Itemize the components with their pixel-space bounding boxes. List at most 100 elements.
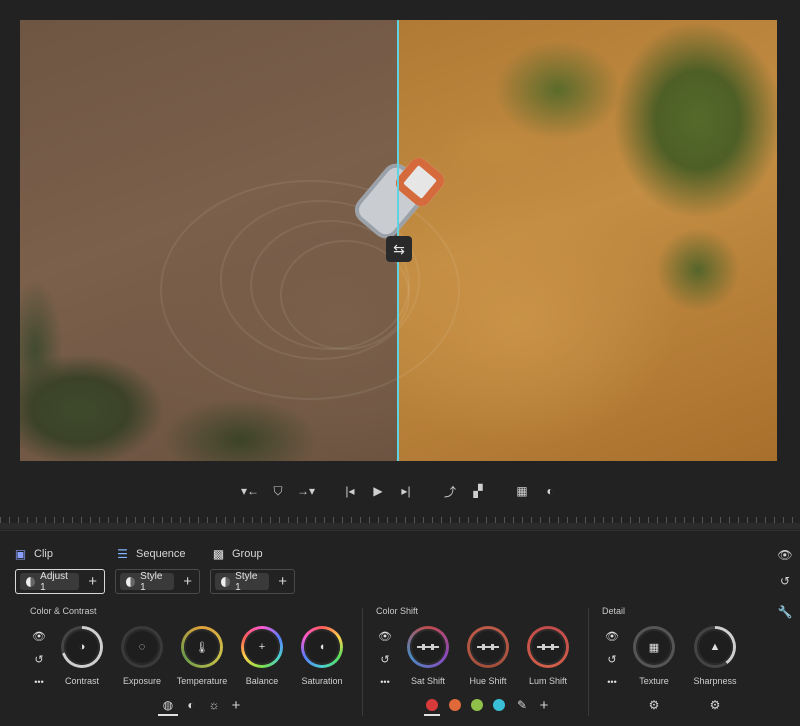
sat-shift-control[interactable]: Sat Shift [398,626,458,686]
texture-icon: ▦ [636,629,672,665]
group-style-chips: Style 1 + [210,569,295,594]
texture-knob[interactable]: ▦ [633,626,675,668]
sat-shift-knob[interactable] [407,626,449,668]
saturation-knob[interactable]: ◖ [301,626,343,668]
slider-line-icon [537,644,559,650]
green-swatch[interactable] [471,699,483,711]
group-style-1-label: Style 1 [235,570,258,593]
active-swatch-underline [424,714,440,716]
aperture-icon: ◌ [124,629,160,665]
cyan-swatch[interactable] [493,699,505,711]
timeline-ruler[interactable] [0,511,800,531]
saturation-label: Saturation [301,676,343,686]
contrast-label: Contrast [64,676,99,686]
temperature-control[interactable]: 🌡 Temperature [172,626,232,686]
compare-icon[interactable]: ▦ [510,480,534,502]
crosshair-icon: + [244,629,280,665]
mask-icon[interactable]: ◐ [538,480,562,502]
undo-icon[interactable]: ↺ [777,573,793,589]
temperature-label: Temperature [176,676,228,686]
group-style-1-chip[interactable]: Style 1 [215,570,270,593]
slider-line-icon [477,644,499,650]
eye-icon[interactable]: 👁 [375,627,395,645]
exposure-knob[interactable]: ◌ [121,626,163,668]
add-group-style-button[interactable]: + [275,573,290,590]
sat-shift-label: Sat Shift [410,676,446,686]
add-clip-adjustment-button[interactable]: + [85,573,100,590]
adjust-1-label: Adjust 1 [40,570,68,593]
hue-shift-control[interactable]: Hue Shift [458,626,518,686]
add-sequence-style-button[interactable]: + [180,573,195,590]
clip-icon: ▣ [14,546,27,561]
tune-icon[interactable]: ⚙ [707,697,723,713]
tab-sequence[interactable]: ☰ Sequence [116,546,186,561]
tab-clip[interactable]: ▣ Clip [14,546,53,561]
hue-shift-knob[interactable] [467,626,509,668]
add-swatch-button[interactable]: + [536,697,552,714]
tab-clip-label: Clip [34,547,53,560]
contrast-icon: ◑ [64,629,100,665]
clip-adjustment-chips: Adjust 1 + [15,569,105,594]
wrench-icon[interactable]: 🔧 [777,604,793,620]
active-tab-underline [158,714,178,716]
balance-control[interactable]: + Balance [232,626,292,686]
balance-knob[interactable]: + [241,626,283,668]
more-icon[interactable]: ••• [29,673,49,691]
adjust-1-chip[interactable]: Adjust 1 [20,570,80,593]
tone-icon[interactable]: ◐ [183,697,199,713]
red-swatch[interactable] [426,699,438,711]
reset-icon[interactable]: ↺ [375,650,395,668]
go-to-end-icon[interactable]: ▸| [394,480,418,502]
half-circle-icon [126,576,136,587]
tune-icon[interactable]: ⚙ [646,697,662,713]
mark-in-icon[interactable]: ▾← [238,480,262,502]
orange-swatch[interactable] [449,699,461,711]
more-icon[interactable]: ••• [602,673,622,691]
color-shift-title: Color Shift [376,606,419,616]
section-separator [588,608,589,716]
add-tab-button[interactable]: + [228,697,244,714]
globe-icon[interactable]: ◍ [160,697,176,713]
mark-clip-icon[interactable]: ⛉ [266,480,290,502]
sharpness-knob[interactable]: ▲ [694,626,736,668]
contrast-knob[interactable]: ◑ [61,626,103,668]
image-viewer[interactable]: ⇆ [20,20,777,461]
texture-control[interactable]: ▦ Texture [624,626,684,686]
eyedropper-icon[interactable]: ✎ [514,697,530,713]
timeline-bar[interactable] [0,523,800,529]
go-to-start-icon[interactable]: |◂ [338,480,362,502]
tab-sequence-label: Sequence [136,547,186,560]
saturation-control[interactable]: ◖ Saturation [292,626,352,686]
tab-group[interactable]: ▩ Group [212,546,263,561]
sequence-style-1-chip[interactable]: Style 1 [120,570,175,593]
exposure-control[interactable]: ◌ Exposure [112,626,172,686]
mark-out-icon[interactable]: →▾ [294,480,318,502]
more-icon[interactable]: ••• [375,673,395,691]
balance-label: Balance [245,676,279,686]
swap-horizontal-icon[interactable]: ⇆ [386,236,412,262]
after-image [398,20,777,461]
contrast-control[interactable]: ◑ Contrast [52,626,112,686]
lum-shift-label: Lum Shift [528,676,568,686]
sequence-style-1-label: Style 1 [140,570,163,593]
group-icon: ▩ [212,546,225,561]
sharpness-icon: ▲ [697,629,733,665]
slider-line-icon [417,644,439,650]
detail-title: Detail [602,606,626,616]
exposure-label: Exposure [122,676,162,686]
temperature-knob[interactable]: 🌡 [181,626,223,668]
lum-shift-control[interactable]: Lum Shift [518,626,578,686]
eye-icon[interactable]: 👁 [777,547,793,563]
light-icon[interactable]: ☼ [206,697,222,713]
texture-label: Texture [639,676,669,686]
eye-icon[interactable]: 👁 [29,627,49,645]
play-icon[interactable]: ▶ [366,480,390,502]
eye-icon[interactable]: 👁 [602,627,622,645]
sequence-icon: ☰ [117,546,128,561]
reset-icon[interactable]: ↺ [602,650,622,668]
sharpness-control[interactable]: ▲ Sharpness [685,626,745,686]
reset-icon[interactable]: ↺ [29,650,49,668]
lum-shift-knob[interactable] [527,626,569,668]
safe-margins-icon[interactable]: ▞ [466,480,490,502]
export-frame-icon[interactable]: ⤴ [438,480,462,502]
